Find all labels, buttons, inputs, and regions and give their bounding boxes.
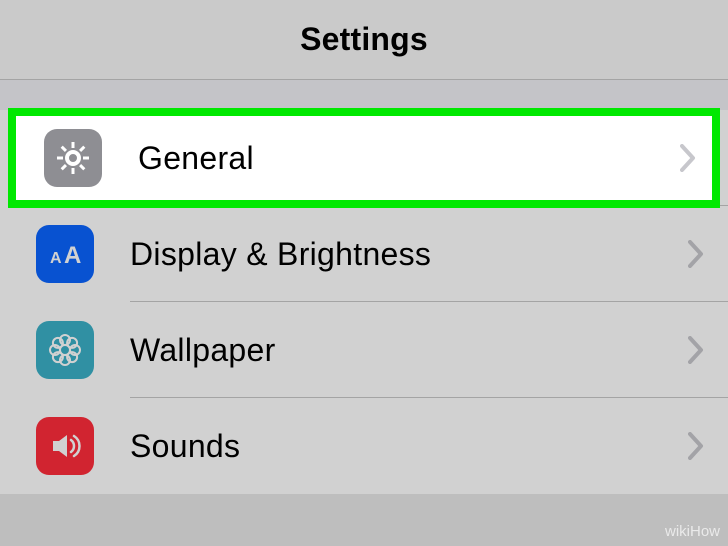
chevron-right-icon	[688, 240, 704, 268]
highlight-general[interactable]: General	[8, 108, 720, 208]
watermark: wikiHow	[665, 523, 720, 540]
flower-icon	[36, 321, 94, 379]
row-label: General	[138, 140, 680, 177]
row-label: Sounds	[130, 428, 688, 465]
chevron-right-icon	[688, 432, 704, 460]
row-label: Display & Brightness	[130, 236, 688, 273]
svg-text:A: A	[64, 242, 81, 269]
chevron-right-icon	[688, 336, 704, 364]
page-title: Settings	[300, 21, 428, 58]
svg-text:A: A	[50, 250, 62, 267]
row-wallpaper[interactable]: Wallpaper	[0, 302, 728, 398]
row-display-brightness[interactable]: AA Display & Brightness	[0, 206, 728, 302]
text-size-icon: AA	[36, 225, 94, 283]
row-sounds[interactable]: Sounds	[0, 398, 728, 494]
gear-icon	[44, 129, 102, 187]
chevron-right-icon	[680, 144, 696, 172]
section-gap	[0, 80, 728, 110]
row-label: Wallpaper	[130, 332, 688, 369]
header: Settings	[0, 0, 728, 80]
speaker-icon	[36, 417, 94, 475]
